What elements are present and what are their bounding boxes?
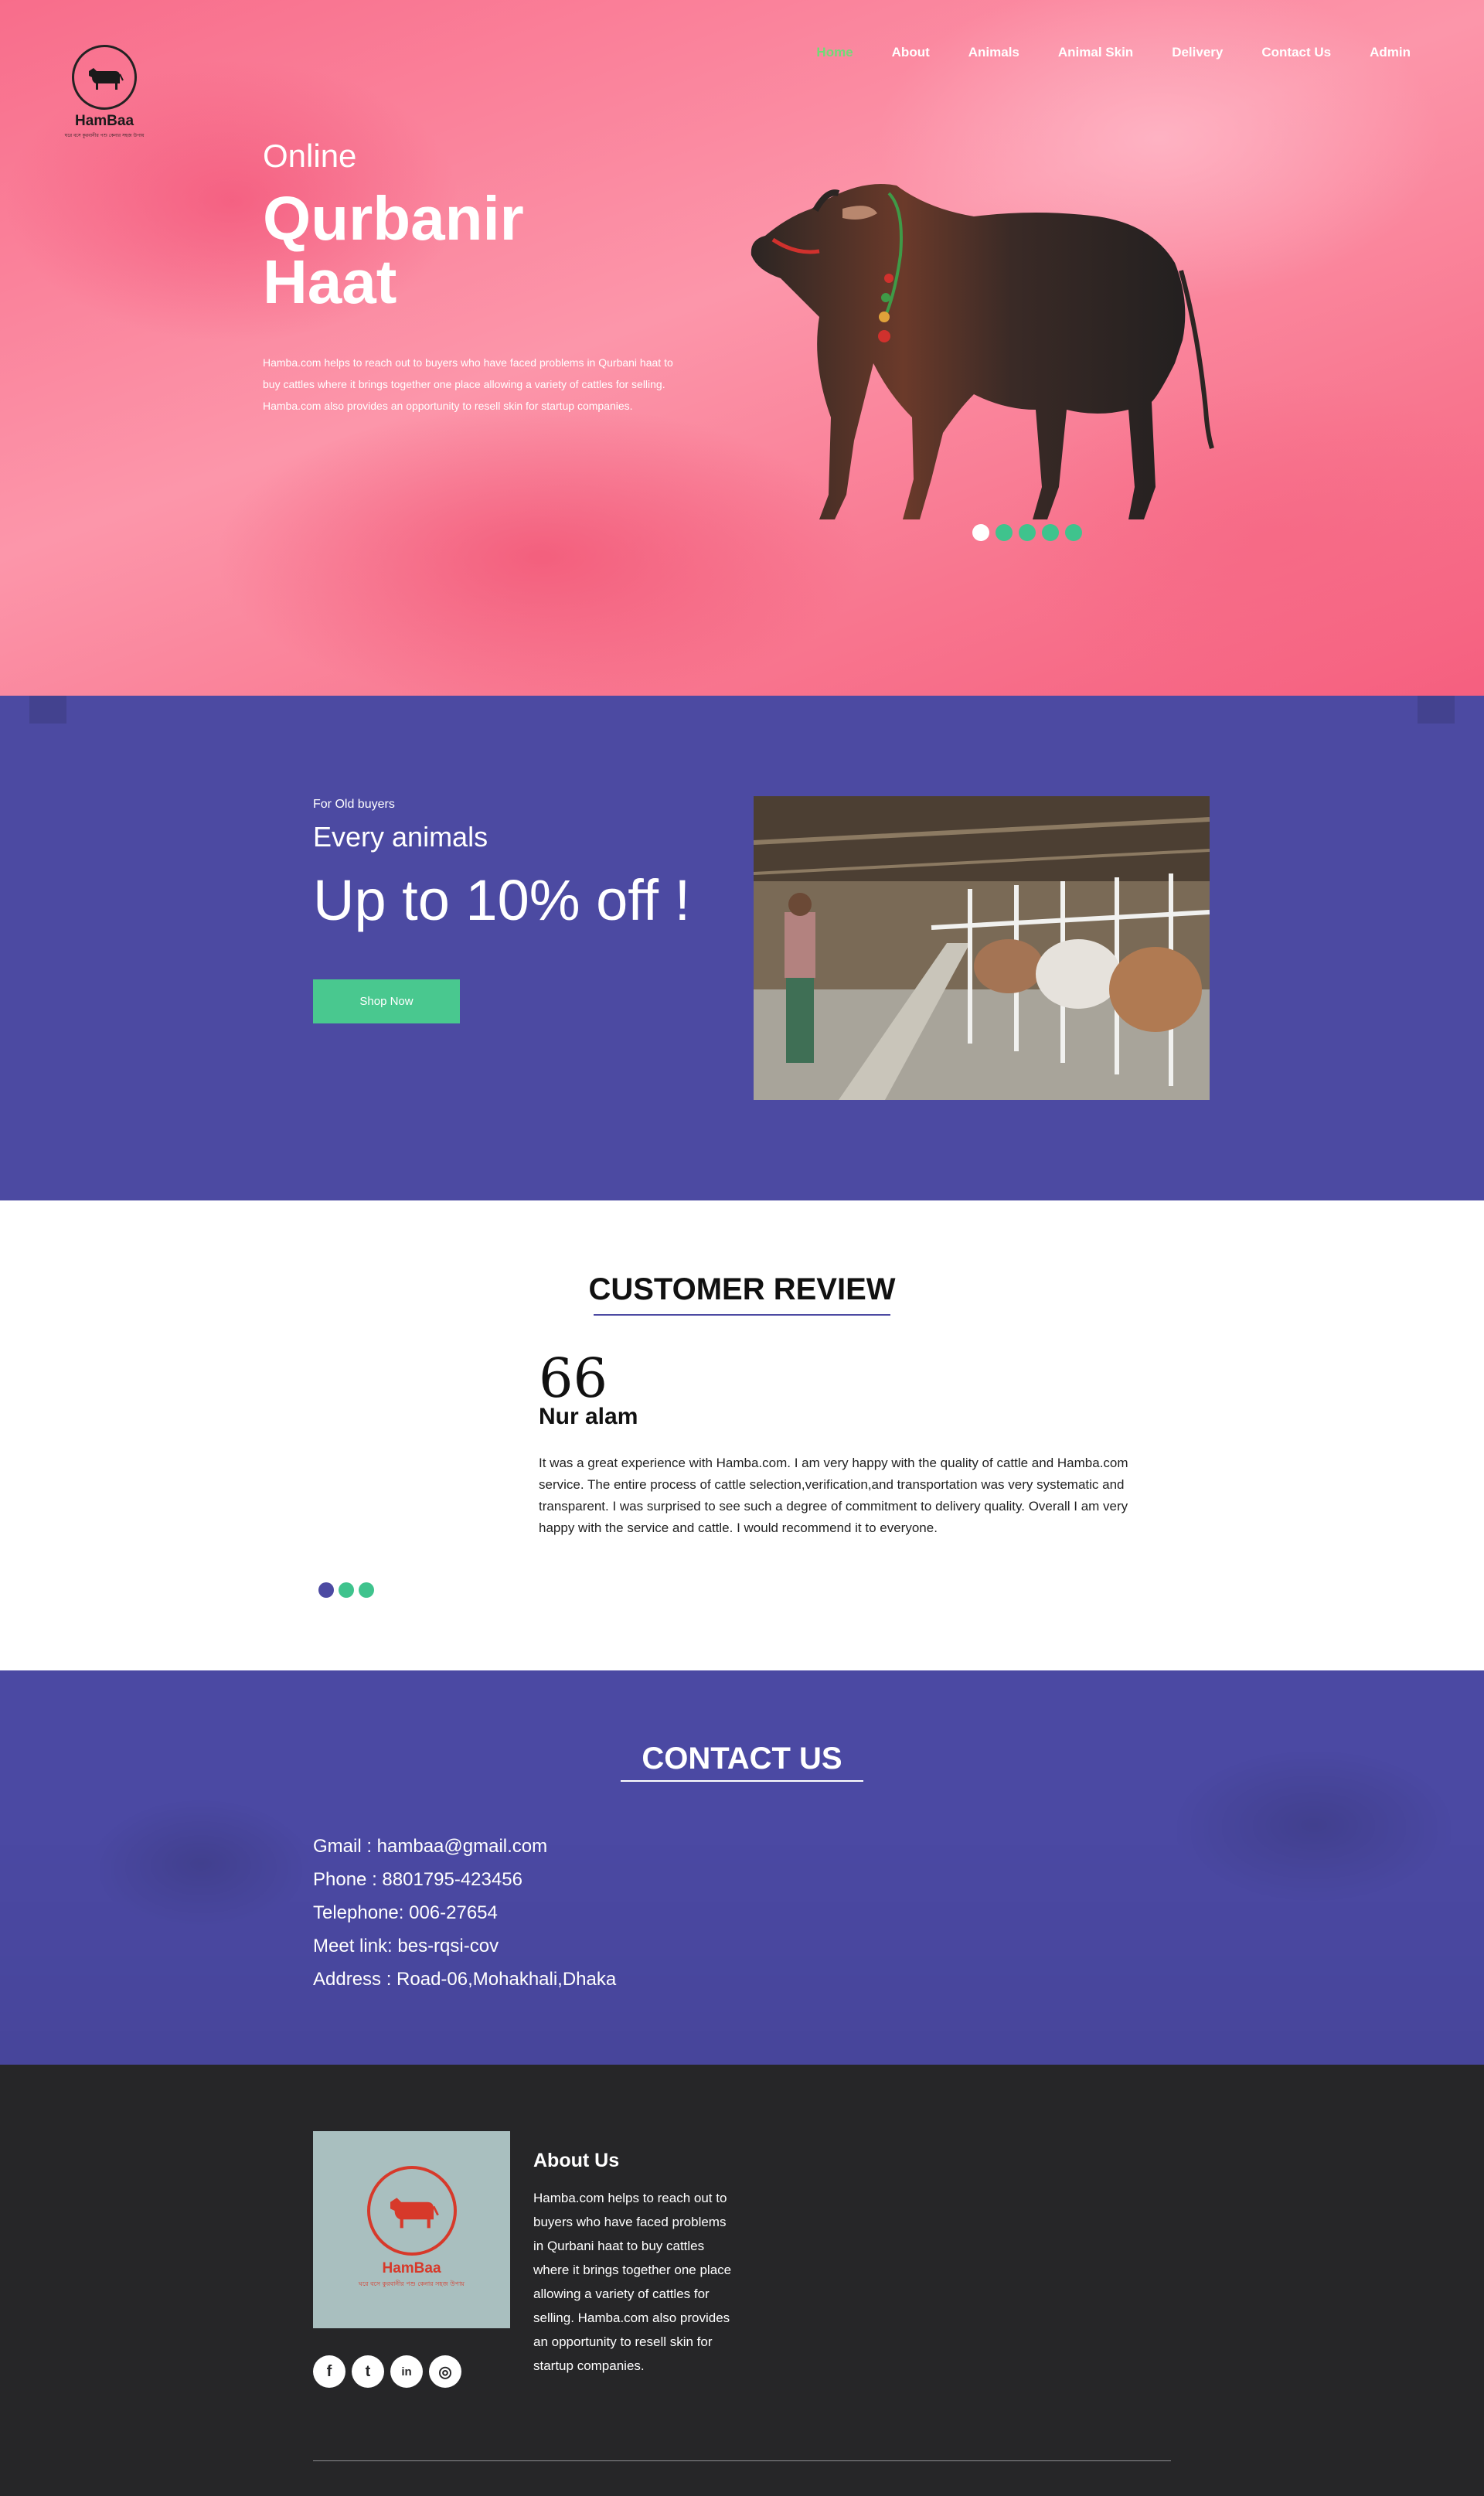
footer-about-text: Hamba.com helps to reach out to buyers w…: [533, 2191, 732, 2373]
site-logo[interactable]: HamBaa ঘরে বসে কুরবানীর পশু কেনার সহজ উপ…: [54, 45, 155, 140]
hero-subtitle: Online: [263, 138, 357, 174]
main-nav: Home About Animals Animal Skin Delivery …: [797, 45, 1430, 60]
quote-icon: 66: [539, 1347, 608, 1410]
title-underline: [621, 1780, 863, 1782]
contact-address: Address : Road-06,Mohakhali,Dhaka: [313, 1969, 617, 1990]
offer-section: For Old buyers Every animals Up to 10% o…: [0, 696, 1484, 1200]
footer-about-title: About Us: [533, 2150, 620, 2171]
cow-logo-icon: [366, 2166, 457, 2256]
nav-about[interactable]: About: [873, 45, 949, 60]
bull-image: [751, 184, 1214, 519]
slider-dot[interactable]: [318, 1582, 334, 1598]
shop-now-button[interactable]: Shop Now: [313, 979, 460, 1023]
nav-animals[interactable]: Animals: [949, 45, 1039, 60]
slider-dot[interactable]: [1065, 524, 1082, 541]
contact-phone: Phone : 8801795-423456: [313, 1869, 522, 1890]
slider-dot[interactable]: [339, 1582, 354, 1598]
twitter-icon[interactable]: t: [352, 2355, 384, 2388]
contact-gmail: Gmail : hambaa@gmail.com: [313, 1836, 548, 1857]
contact-background: [0, 1670, 1484, 2065]
offer-headline: Up to 10% off !: [313, 868, 691, 932]
review-text: It was a great experience with Hamba.com…: [539, 1456, 1128, 1535]
footer-divider: [313, 2460, 1171, 2461]
slider-dot[interactable]: [359, 1582, 374, 1598]
slider-dot[interactable]: [1019, 524, 1036, 541]
instagram-icon[interactable]: ◎: [429, 2355, 461, 2388]
footer-logo-tagline: ঘরে বসে কুরবানীর পশু কেনার সহজ উপায়: [359, 2280, 465, 2287]
cow-logo-icon: [72, 45, 137, 110]
contact-telephone: Telephone: 006-27654: [313, 1902, 498, 1923]
slider-dot[interactable]: [996, 524, 1013, 541]
contact-section: CONTACT US Gmail : hambaa@gmail.com Phon…: [0, 1670, 1484, 2065]
title-underline: [594, 1314, 890, 1316]
review-slider-dots: [318, 1582, 374, 1598]
nav-contact-us[interactable]: Contact Us: [1242, 45, 1350, 60]
logo-name: HamBaa: [74, 113, 134, 129]
corner-decoration: [29, 696, 66, 724]
slider-dot[interactable]: [1042, 524, 1059, 541]
review-title: CUSTOMER REVIEW: [588, 1272, 896, 1306]
offer-subtitle: Every animals: [313, 821, 488, 853]
logo-tagline: ঘরে বসে কুরবানীর পশু কেনার সহজ উপায়: [64, 133, 145, 138]
contact-title: CONTACT US: [642, 1742, 842, 1776]
social-links: f t in ◎: [313, 2355, 461, 2388]
hero-description: Hamba.com helps to reach out to buyers w…: [263, 356, 673, 412]
facebook-icon[interactable]: f: [313, 2355, 345, 2388]
footer-logo: HamBaa ঘরে বসে কুরবানীর পশু কেনার সহজ উপ…: [313, 2131, 510, 2328]
slider-dot[interactable]: [972, 524, 989, 541]
nav-delivery[interactable]: Delivery: [1152, 45, 1242, 60]
nav-home[interactable]: Home: [797, 45, 872, 60]
contact-list: Gmail : hambaa@gmail.com Phone : 8801795…: [313, 1830, 616, 1996]
footer-logo-name: HamBaa: [382, 2260, 441, 2276]
hero-section: HamBaa ঘরে বসে কুরবানীর পশু কেনার সহজ উপ…: [0, 0, 1484, 696]
reviewer-name: Nur alam: [539, 1404, 638, 1429]
nav-animal-skin[interactable]: Animal Skin: [1039, 45, 1152, 60]
hero-title: Qurbanir Haat: [263, 184, 524, 316]
customer-review-section: CUSTOMER REVIEW 66 Nur alam It was a gre…: [0, 1200, 1484, 1670]
nav-admin[interactable]: Admin: [1350, 45, 1430, 60]
hero-slider-dots: [972, 524, 1082, 541]
cattle-barn-image: [754, 796, 1210, 1100]
corner-decoration: [1418, 696, 1455, 724]
linkedin-icon[interactable]: in: [390, 2355, 423, 2388]
offer-eyebrow: For Old buyers: [313, 798, 395, 811]
site-footer: HamBaa ঘরে বসে কুরবানীর পশু কেনার সহজ উপ…: [0, 2065, 1484, 2496]
contact-meet-link: Meet link: bes-rqsi-cov: [313, 1936, 499, 1956]
